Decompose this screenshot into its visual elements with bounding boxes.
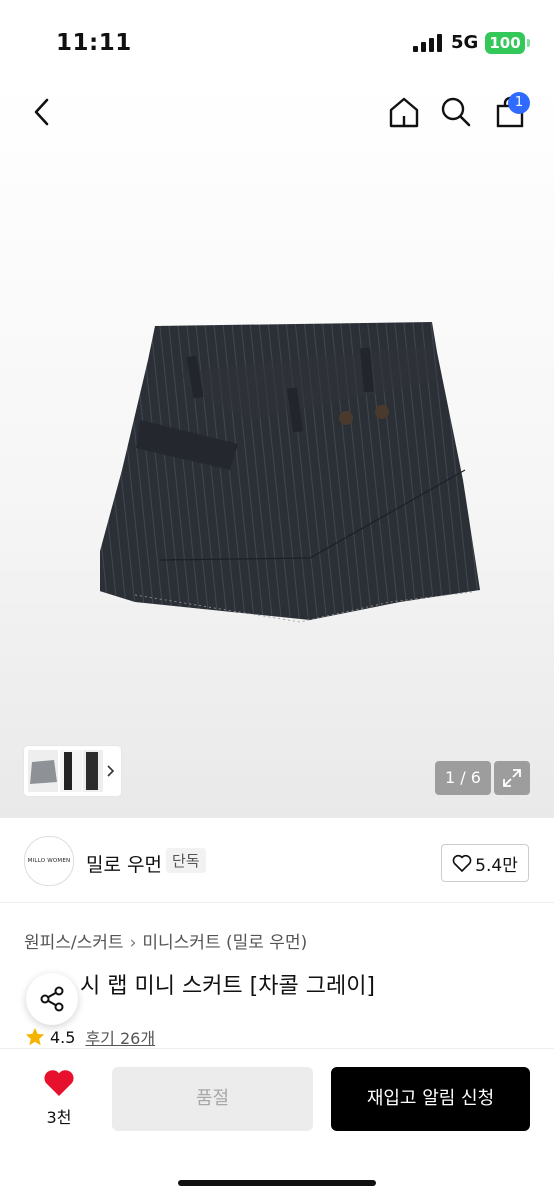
search-icon (441, 97, 471, 127)
expand-icon (503, 769, 521, 787)
share-icon (40, 986, 64, 1012)
image-counter: 1 / 6 (435, 761, 491, 795)
cart-count-badge: 1 (508, 92, 530, 114)
chevron-left-icon (34, 98, 49, 126)
search-button[interactable] (436, 92, 476, 132)
soldout-button: 품절 (112, 1067, 313, 1131)
product-photo (100, 322, 480, 623)
breadcrumb-subcategory[interactable]: 미니스커트 (밀로 우먼) (142, 933, 307, 953)
brand-logo-text: MILLO WOMEN (27, 858, 71, 864)
star-icon (25, 1027, 45, 1046)
brand-logo[interactable]: MILLO WOMEN (24, 836, 74, 886)
home-button[interactable] (384, 92, 424, 132)
status-bar: 11:11 5G 100 (0, 0, 554, 80)
fullscreen-button[interactable] (494, 761, 530, 795)
rating-score: 4.5 (50, 1027, 76, 1047)
brand-like-button[interactable]: 5.4만 (441, 844, 529, 882)
chevron-right-icon: › (129, 933, 137, 953)
battery-icon: 100 (485, 32, 530, 54)
thumbnail-strip[interactable] (24, 746, 121, 796)
exclusive-badge: 단독 (166, 848, 206, 873)
share-button[interactable] (26, 973, 78, 1025)
brand-like-count: 5.4만 (475, 855, 518, 876)
rating-row: 4.5 후기 26개 (24, 1025, 155, 1049)
brand-name[interactable]: 밀로 우먼 (86, 850, 162, 877)
breadcrumb-category[interactable]: 원피스/스커트 (24, 933, 124, 953)
restock-alert-button[interactable]: 재입고 알림 신청 (331, 1067, 530, 1131)
back-button[interactable] (22, 92, 62, 132)
heart-outline-icon (452, 854, 472, 872)
status-time: 11:11 (56, 30, 132, 56)
breadcrumb: 원피스/스커트 › 미니스커트 (밀로 우먼) (24, 928, 307, 953)
thumbnail-images (28, 750, 115, 792)
reviews-link[interactable]: 후기 26개 (85, 1025, 155, 1049)
home-icon (389, 97, 419, 128)
wishlist-count: 3천 (46, 1108, 72, 1127)
top-nav (0, 80, 554, 144)
wishlist-button[interactable]: 3천 (28, 1068, 90, 1132)
brand-row: MILLO WOMEN 밀로 우먼 단독 5.4만 (0, 820, 554, 903)
home-indicator (178, 1180, 376, 1186)
product-title-text: 시 랩 미니 스커트 [차콜 그레이] (80, 974, 376, 999)
signal-icon (413, 34, 442, 52)
network-label: 5G (451, 32, 479, 53)
heart-filled-icon (44, 1070, 74, 1096)
